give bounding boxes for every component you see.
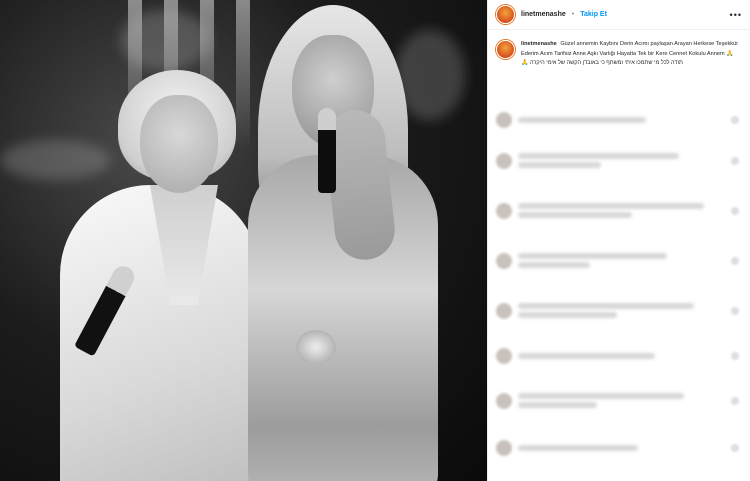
- heart-icon[interactable]: [731, 156, 739, 165]
- comment-item[interactable]: [488, 348, 750, 364]
- separator-dot: •: [571, 11, 575, 18]
- caption-avatar-icon[interactable]: [496, 40, 515, 59]
- post-panel: linetmenashe • Takip Et ••• linetmenashe…: [487, 0, 750, 481]
- heart-icon[interactable]: [731, 116, 739, 124]
- post-username[interactable]: linetmenashe: [521, 11, 566, 18]
- post-photo[interactable]: [0, 0, 487, 481]
- commenter-avatar[interactable]: [496, 252, 512, 269]
- comment-item[interactable]: [488, 112, 750, 128]
- commenter-avatar[interactable]: [496, 152, 512, 169]
- caption-username[interactable]: linetmenashe: [521, 41, 557, 47]
- more-options-icon[interactable]: •••: [730, 10, 742, 20]
- comment-item[interactable]: [488, 390, 750, 411]
- heart-icon[interactable]: [731, 396, 739, 405]
- heart-icon[interactable]: [731, 352, 739, 360]
- caption-hebrew: תודה לכל מי שתמכו איתי ומשתף כי באובדן ה…: [521, 60, 683, 66]
- post-caption: linetmenashe Güzel annemin Kaybını Derin…: [488, 30, 750, 73]
- comment-item[interactable]: [488, 440, 750, 456]
- stage-light: [0, 140, 110, 180]
- backdrop-column: [236, 0, 250, 150]
- comment-item[interactable]: [488, 300, 750, 321]
- commenter-avatar[interactable]: [496, 392, 512, 409]
- microphone: [318, 108, 336, 193]
- heart-icon[interactable]: [731, 306, 739, 315]
- heart-icon[interactable]: [731, 206, 739, 215]
- pray-emoji: 🙏: [726, 50, 734, 57]
- commenter-avatar[interactable]: [496, 440, 512, 456]
- profile-avatar-icon[interactable]: [496, 5, 515, 24]
- commenter-avatar[interactable]: [496, 202, 512, 219]
- dress-knot: [296, 330, 336, 364]
- commenter-avatar[interactable]: [496, 348, 512, 364]
- follow-button[interactable]: Takip Et: [580, 11, 607, 18]
- comment-item[interactable]: [488, 200, 750, 221]
- caption-text: linetmenashe Güzel annemin Kaybını Derin…: [521, 40, 742, 69]
- commenter-avatar[interactable]: [496, 112, 512, 128]
- heart-icon[interactable]: [731, 444, 739, 452]
- older-woman-face: [140, 95, 218, 193]
- heart-icon[interactable]: [731, 256, 739, 265]
- comment-item[interactable]: [488, 150, 750, 171]
- commenter-avatar[interactable]: [496, 302, 512, 319]
- comment-item[interactable]: [488, 250, 750, 271]
- post-header: linetmenashe • Takip Et •••: [488, 0, 750, 30]
